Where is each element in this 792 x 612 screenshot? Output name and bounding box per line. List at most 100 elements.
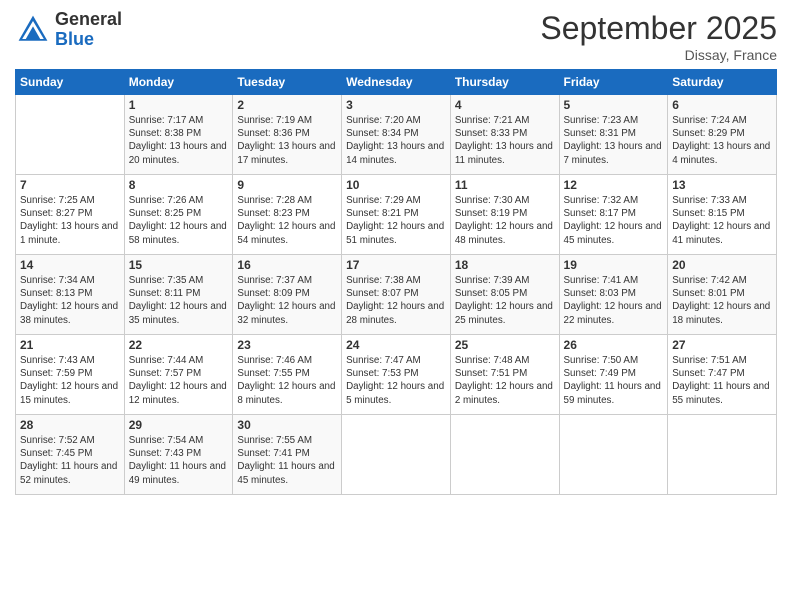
day-number: 5 <box>564 98 664 112</box>
logo-blue: Blue <box>55 30 122 50</box>
day-number: 13 <box>672 178 772 192</box>
cell-content: Sunrise: 7:35 AM Sunset: 8:11 PM Dayligh… <box>129 274 229 327</box>
calendar-cell: 7 Sunrise: 7:25 AM Sunset: 8:27 PM Daylig… <box>16 175 125 255</box>
cell-content: Sunrise: 7:19 AM Sunset: 8:36 PM Dayligh… <box>237 114 337 167</box>
week-row-2: 14Sunrise: 7:34 AM Sunset: 8:13 PM Dayli… <box>16 255 777 335</box>
day-number: 10 <box>346 178 446 192</box>
cell-content: Sunrise: 7:55 AM Sunset: 7:41 PM Dayligh… <box>237 434 337 487</box>
calendar-body: 1 Sunrise: 7:17 AM Sunset: 8:38 PM Daylig… <box>16 95 777 495</box>
logo-general: General <box>55 10 122 30</box>
calendar-cell: 8 Sunrise: 7:26 AM Sunset: 8:25 PM Daylig… <box>124 175 233 255</box>
day-number: 24 <box>346 338 446 352</box>
week-row-1: 7 Sunrise: 7:25 AM Sunset: 8:27 PM Daylig… <box>16 175 777 255</box>
cell-content: Sunrise: 7:29 AM Sunset: 8:21 PM Dayligh… <box>346 194 446 247</box>
day-number: 8 <box>129 178 229 192</box>
day-number: 29 <box>129 418 229 432</box>
cell-content: Sunrise: 7:39 AM Sunset: 8:05 PM Dayligh… <box>455 274 555 327</box>
day-header-thursday: Thursday <box>450 70 559 95</box>
day-number: 20 <box>672 258 772 272</box>
logo-icon <box>15 12 51 48</box>
calendar-cell: 29 Sunrise: 7:54 AM Sunset: 7:43 PM Dayli… <box>124 415 233 495</box>
day-header-tuesday: Tuesday <box>233 70 342 95</box>
cell-content: Sunrise: 7:51 AM Sunset: 7:47 PM Dayligh… <box>672 354 772 407</box>
cell-content: Sunrise: 7:44 AM Sunset: 7:57 PM Dayligh… <box>129 354 229 407</box>
cell-content: Sunrise: 7:33 AM Sunset: 8:15 PM Dayligh… <box>672 194 772 247</box>
day-number: 19 <box>564 258 664 272</box>
calendar-cell: 20 Sunrise: 7:42 AM Sunset: 8:01 PM Dayli… <box>668 255 777 335</box>
day-number: 18 <box>455 258 555 272</box>
day-number: 25 <box>455 338 555 352</box>
cell-content: Sunrise: 7:17 AM Sunset: 8:38 PM Dayligh… <box>129 114 229 167</box>
calendar-cell: 2 Sunrise: 7:19 AM Sunset: 8:36 PM Daylig… <box>233 95 342 175</box>
day-number: 12 <box>564 178 664 192</box>
calendar-cell <box>16 95 125 175</box>
day-number: 26 <box>564 338 664 352</box>
calendar-cell: 30Sunrise: 7:55 AM Sunset: 7:41 PM Dayli… <box>233 415 342 495</box>
calendar-cell: 6 Sunrise: 7:24 AM Sunset: 8:29 PM Daylig… <box>668 95 777 175</box>
day-number: 3 <box>346 98 446 112</box>
calendar-cell: 22Sunrise: 7:44 AM Sunset: 7:57 PM Dayli… <box>124 335 233 415</box>
cell-content: Sunrise: 7:28 AM Sunset: 8:23 PM Dayligh… <box>237 194 337 247</box>
day-number: 27 <box>672 338 772 352</box>
day-number: 2 <box>237 98 337 112</box>
cell-content: Sunrise: 7:30 AM Sunset: 8:19 PM Dayligh… <box>455 194 555 247</box>
cell-content: Sunrise: 7:37 AM Sunset: 8:09 PM Dayligh… <box>237 274 337 327</box>
week-row-4: 28Sunrise: 7:52 AM Sunset: 7:45 PM Dayli… <box>16 415 777 495</box>
week-row-0: 1 Sunrise: 7:17 AM Sunset: 8:38 PM Daylig… <box>16 95 777 175</box>
cell-content: Sunrise: 7:25 AM Sunset: 8:27 PM Dayligh… <box>20 194 120 247</box>
cell-content: Sunrise: 7:32 AM Sunset: 8:17 PM Dayligh… <box>564 194 664 247</box>
day-header-wednesday: Wednesday <box>342 70 451 95</box>
calendar-cell: 27 Sunrise: 7:51 AM Sunset: 7:47 PM Dayli… <box>668 335 777 415</box>
calendar-cell: 17 Sunrise: 7:38 AM Sunset: 8:07 PM Dayli… <box>342 255 451 335</box>
header-row: SundayMondayTuesdayWednesdayThursdayFrid… <box>16 70 777 95</box>
day-header-saturday: Saturday <box>668 70 777 95</box>
cell-content: Sunrise: 7:24 AM Sunset: 8:29 PM Dayligh… <box>672 114 772 167</box>
day-number: 15 <box>129 258 229 272</box>
calendar-cell: 14Sunrise: 7:34 AM Sunset: 8:13 PM Dayli… <box>16 255 125 335</box>
cell-content: Sunrise: 7:50 AM Sunset: 7:49 PM Dayligh… <box>564 354 664 407</box>
header: General Blue September 2025 Dissay, Fran… <box>15 10 777 63</box>
calendar-cell: 25 Sunrise: 7:48 AM Sunset: 7:51 PM Dayli… <box>450 335 559 415</box>
calendar-cell: 23 Sunrise: 7:46 AM Sunset: 7:55 PM Dayli… <box>233 335 342 415</box>
calendar-cell: 10 Sunrise: 7:29 AM Sunset: 8:21 PM Dayli… <box>342 175 451 255</box>
cell-content: Sunrise: 7:34 AM Sunset: 8:13 PM Dayligh… <box>20 274 120 327</box>
calendar-cell <box>559 415 668 495</box>
calendar: SundayMondayTuesdayWednesdayThursdayFrid… <box>15 69 777 495</box>
logo-text: General Blue <box>55 10 122 50</box>
cell-content: Sunrise: 7:41 AM Sunset: 8:03 PM Dayligh… <box>564 274 664 327</box>
calendar-cell: 4Sunrise: 7:21 AM Sunset: 8:33 PM Daylig… <box>450 95 559 175</box>
day-number: 9 <box>237 178 337 192</box>
day-number: 17 <box>346 258 446 272</box>
calendar-cell: 26 Sunrise: 7:50 AM Sunset: 7:49 PM Dayli… <box>559 335 668 415</box>
calendar-cell: 16Sunrise: 7:37 AM Sunset: 8:09 PM Dayli… <box>233 255 342 335</box>
cell-content: Sunrise: 7:38 AM Sunset: 8:07 PM Dayligh… <box>346 274 446 327</box>
calendar-cell: 9 Sunrise: 7:28 AM Sunset: 8:23 PM Daylig… <box>233 175 342 255</box>
cell-content: Sunrise: 7:52 AM Sunset: 7:45 PM Dayligh… <box>20 434 120 487</box>
calendar-cell: 21Sunrise: 7:43 AM Sunset: 7:59 PM Dayli… <box>16 335 125 415</box>
day-number: 1 <box>129 98 229 112</box>
calendar-cell: 1 Sunrise: 7:17 AM Sunset: 8:38 PM Daylig… <box>124 95 233 175</box>
calendar-cell <box>668 415 777 495</box>
calendar-cell: 5Sunrise: 7:23 AM Sunset: 8:31 PM Daylig… <box>559 95 668 175</box>
cell-content: Sunrise: 7:20 AM Sunset: 8:34 PM Dayligh… <box>346 114 446 167</box>
day-number: 23 <box>237 338 337 352</box>
calendar-cell: 18 Sunrise: 7:39 AM Sunset: 8:05 PM Dayli… <box>450 255 559 335</box>
day-header-monday: Monday <box>124 70 233 95</box>
calendar-cell: 15 Sunrise: 7:35 AM Sunset: 8:11 PM Dayli… <box>124 255 233 335</box>
calendar-cell: 24 Sunrise: 7:47 AM Sunset: 7:53 PM Dayli… <box>342 335 451 415</box>
cell-content: Sunrise: 7:42 AM Sunset: 8:01 PM Dayligh… <box>672 274 772 327</box>
day-number: 6 <box>672 98 772 112</box>
cell-content: Sunrise: 7:26 AM Sunset: 8:25 PM Dayligh… <box>129 194 229 247</box>
cell-content: Sunrise: 7:21 AM Sunset: 8:33 PM Dayligh… <box>455 114 555 167</box>
cell-content: Sunrise: 7:46 AM Sunset: 7:55 PM Dayligh… <box>237 354 337 407</box>
day-number: 11 <box>455 178 555 192</box>
cell-content: Sunrise: 7:47 AM Sunset: 7:53 PM Dayligh… <box>346 354 446 407</box>
calendar-cell: 11 Sunrise: 7:30 AM Sunset: 8:19 PM Dayli… <box>450 175 559 255</box>
week-row-3: 21Sunrise: 7:43 AM Sunset: 7:59 PM Dayli… <box>16 335 777 415</box>
logo: General Blue <box>15 10 122 50</box>
cell-content: Sunrise: 7:48 AM Sunset: 7:51 PM Dayligh… <box>455 354 555 407</box>
calendar-cell: 12 Sunrise: 7:32 AM Sunset: 8:17 PM Dayli… <box>559 175 668 255</box>
day-number: 7 <box>20 178 120 192</box>
cell-content: Sunrise: 7:54 AM Sunset: 7:43 PM Dayligh… <box>129 434 229 487</box>
calendar-cell: 3 Sunrise: 7:20 AM Sunset: 8:34 PM Daylig… <box>342 95 451 175</box>
